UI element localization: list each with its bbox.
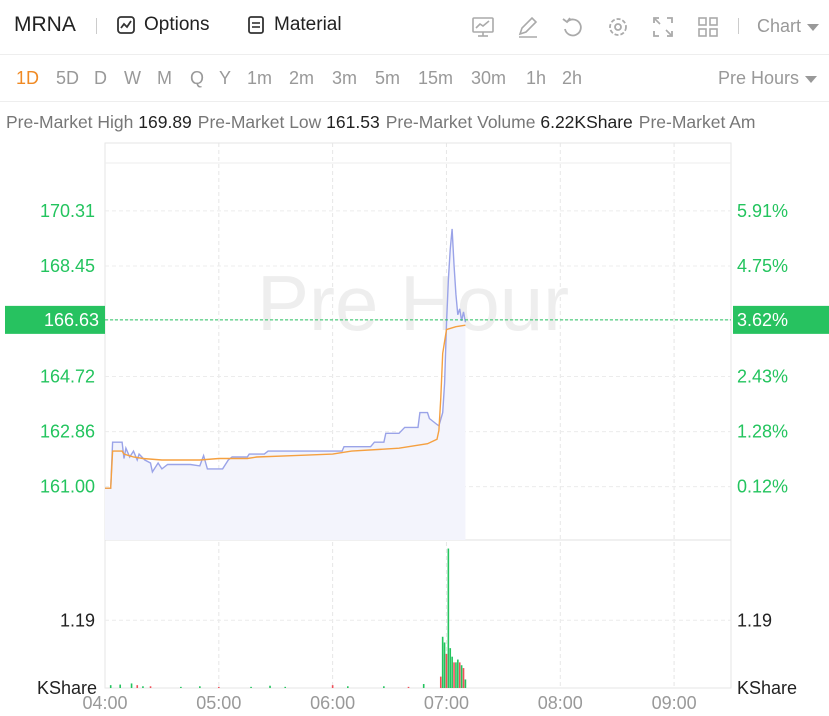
time-tick-label: 04:00 bbox=[82, 693, 127, 713]
volume-bar bbox=[441, 636, 444, 688]
price-tick-label: 164.72 bbox=[40, 366, 95, 386]
percent-tick-label: 4.75% bbox=[737, 256, 788, 276]
volume-bar bbox=[457, 659, 459, 688]
time-tick-label: 06:00 bbox=[310, 693, 355, 713]
percent-tick-label: 0.12% bbox=[737, 477, 788, 497]
volume-tick-label: 1.19 bbox=[60, 610, 95, 630]
time-tick-label: 05:00 bbox=[196, 693, 241, 713]
volume-bar bbox=[383, 686, 385, 688]
time-tick-label: 08:00 bbox=[538, 693, 583, 713]
volume-bar bbox=[422, 684, 425, 688]
volume-bar bbox=[462, 668, 465, 688]
volume-bar bbox=[331, 685, 334, 688]
price-tick-label: 168.45 bbox=[40, 256, 95, 276]
volume-bar bbox=[455, 662, 457, 688]
volume-bar bbox=[119, 684, 121, 688]
current-price-label: 166.63 bbox=[44, 310, 99, 330]
current-percent-label: 3.62% bbox=[737, 310, 788, 330]
volume-bar bbox=[460, 665, 463, 688]
volume-bar bbox=[218, 686, 220, 688]
volume-bar bbox=[142, 686, 144, 688]
volume-bar bbox=[407, 686, 410, 688]
volume-bar bbox=[136, 685, 139, 688]
watermark-text: Pre Hour bbox=[257, 259, 569, 347]
volume-bar bbox=[250, 686, 252, 688]
volume-bar bbox=[199, 686, 201, 688]
price-tick-label: 170.31 bbox=[40, 201, 95, 221]
volume-bar bbox=[439, 676, 442, 688]
plot-frame bbox=[104, 142, 732, 689]
volume-bar bbox=[284, 686, 287, 688]
price-tick-label: 162.86 bbox=[40, 422, 95, 442]
price-chart[interactable]: Pre Hour 166.63 3.62% 170.31 5.91% 168.45 4.75… bbox=[0, 0, 829, 716]
time-tick-label: 09:00 bbox=[652, 693, 697, 713]
percent-tick-label: 1.28% bbox=[737, 422, 788, 442]
volume-bar bbox=[453, 662, 455, 688]
volume-bar bbox=[445, 653, 448, 688]
volume-bar bbox=[269, 685, 271, 688]
volume-bar bbox=[464, 679, 467, 688]
percent-tick-label: 2.43% bbox=[737, 366, 788, 386]
volume-unit-label: KShare bbox=[737, 678, 797, 698]
price-tick-label: 161.00 bbox=[40, 477, 95, 497]
volume-bar bbox=[458, 662, 461, 688]
percent-tick-label: 5.91% bbox=[737, 201, 788, 221]
volume-tick-label: 1.19 bbox=[737, 610, 772, 630]
volume-bar bbox=[180, 686, 182, 688]
volume-bar bbox=[149, 686, 152, 688]
volume-bar bbox=[451, 656, 453, 688]
volume-bar bbox=[347, 686, 349, 688]
volume-bar bbox=[447, 548, 450, 688]
volume-bar bbox=[443, 642, 446, 688]
volume-bar bbox=[449, 648, 452, 688]
volume-bar bbox=[109, 685, 112, 688]
volume-bar bbox=[130, 683, 133, 688]
time-tick-label: 07:00 bbox=[424, 693, 469, 713]
